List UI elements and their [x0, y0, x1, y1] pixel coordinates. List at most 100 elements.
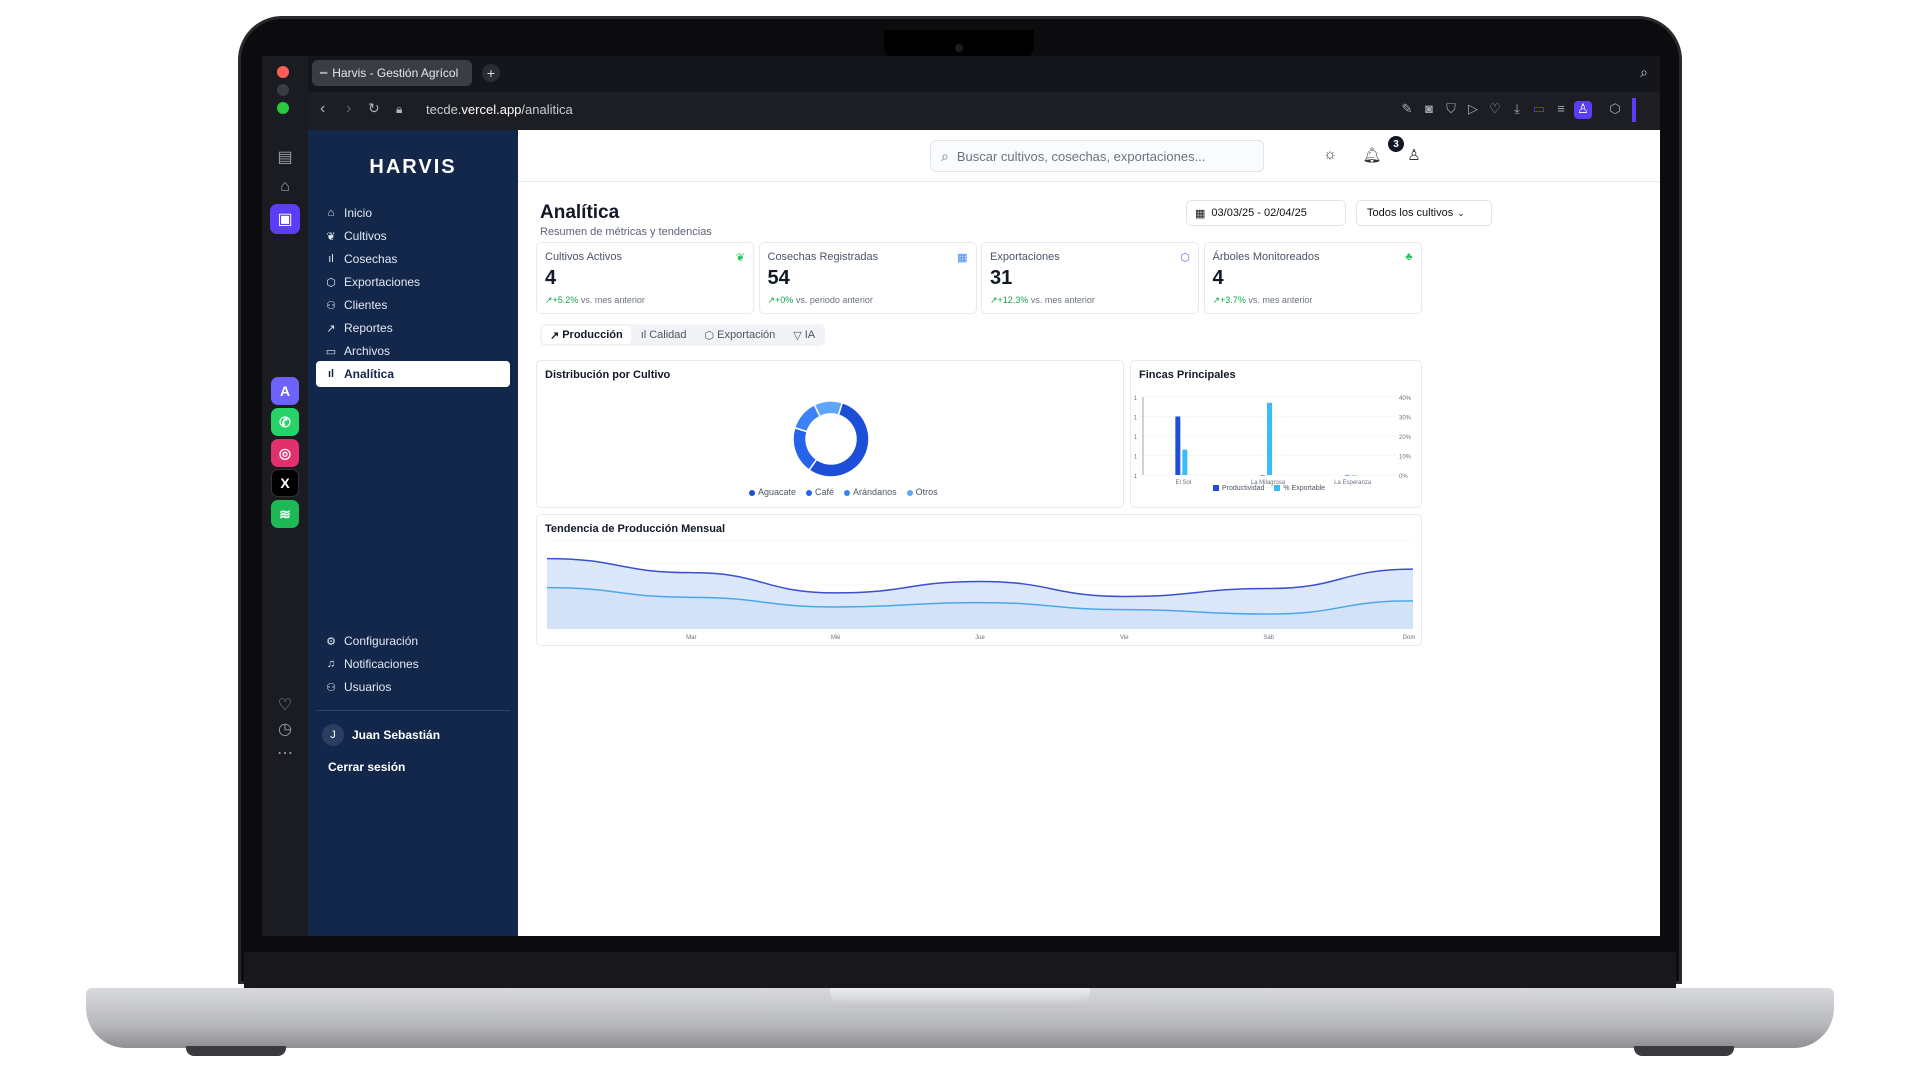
legend-label: Arándanos	[853, 487, 897, 497]
more-icon[interactable]: ⋯	[270, 738, 300, 768]
reload-icon[interactable]: ↻	[368, 100, 380, 117]
y-tick-right: 10%	[1399, 455, 1412, 461]
sun-icon[interactable]: ☼	[1320, 146, 1340, 166]
kpi-card: Cultivos Activos ❦ 4 ↗+5.2% vs. mes ante…	[536, 242, 754, 314]
kpi-delta-note: vs. mes anterior	[1248, 295, 1313, 305]
legend-swatch	[844, 489, 851, 496]
crop-filter-select[interactable]: Todos los cultivos ⌄	[1356, 200, 1492, 226]
browser-tab-title: Harvis - Gestión Agrícol	[332, 66, 459, 80]
play-icon[interactable]: ▷	[1464, 101, 1482, 119]
download-icon[interactable]: ⤓	[1508, 101, 1526, 119]
x-tick-label: Mar	[686, 635, 696, 641]
legend-swatch	[806, 489, 813, 496]
accent-bar	[1632, 98, 1636, 122]
extension-icon[interactable]: ▭	[1530, 101, 1548, 119]
whatsapp-icon[interactable]: ✆	[271, 408, 299, 436]
maximize-window-dot[interactable]	[277, 102, 289, 114]
sidebar-item-label: Notificaciones	[344, 657, 419, 671]
tab-icon: ▽	[793, 329, 802, 342]
back-icon[interactable]: ‹	[320, 100, 325, 118]
kpi-value: 4	[1212, 267, 1224, 289]
sidebar-item-7[interactable]: ıl Analítica	[316, 361, 510, 387]
cube-icon[interactable]: ⬡	[1606, 101, 1624, 119]
browser-tab[interactable]: ━ Harvis - Gestión Agrícol	[312, 60, 472, 86]
topbar: ⌕ ☼ 🔔︎ 3 ♙	[518, 130, 1660, 182]
x-twitter-icon[interactable]: X	[271, 469, 299, 497]
sidebar-item-label: Usuarios	[344, 680, 392, 694]
minimize-window-dot[interactable]	[277, 84, 289, 96]
camera-icon[interactable]: ◙	[1420, 101, 1438, 119]
donut-legend: Aguacate Café Arándanos Otros	[749, 487, 938, 497]
legend-item: Otros	[906, 487, 938, 497]
tab-0[interactable]: ↗ Producción	[542, 326, 631, 344]
x-tick-label: Vie	[1120, 635, 1129, 641]
aria-app-icon[interactable]: A	[271, 377, 299, 405]
tab-1[interactable]: ıl Calidad	[633, 326, 695, 344]
browser-urlbar: ‹ › ↻ 🔒︎ tecde.vercel.app/analitica ✎ ◙ …	[308, 92, 1660, 130]
notification-badge: 3	[1388, 136, 1404, 152]
user-icon[interactable]: ♙	[1404, 146, 1424, 166]
tree-icon: ♣	[1405, 251, 1413, 263]
sidebar-item-label: Configuración	[344, 634, 419, 648]
y-tick-left: 1	[1134, 396, 1138, 402]
search-input[interactable]	[956, 148, 1247, 164]
url-path: /analitica	[521, 102, 573, 117]
x-tick-label: Jue	[975, 635, 985, 641]
laptop-foot	[1634, 1046, 1734, 1056]
legend-label: Aguacate	[758, 487, 797, 497]
tab-label: Calidad	[649, 329, 687, 341]
bar	[1267, 402, 1272, 475]
kpi-delta-note: vs. periodo anterior	[795, 295, 873, 305]
heart-icon[interactable]: ♡	[1486, 101, 1504, 119]
tab-label: IA	[804, 329, 816, 341]
sidebar-item-label: Cosechas	[344, 252, 398, 266]
page-title: Analítica	[540, 202, 620, 223]
app-root: HARVIS ⌂ Inicio ❦ Cultivos ıl Cosechas ⬡ Export…	[308, 130, 1660, 936]
page-subtitle: Resumen de métricas y tendencias	[540, 226, 712, 238]
date-range-picker[interactable]: ▦ 03/03/25 - 02/04/25	[1186, 200, 1346, 226]
briefcase-icon[interactable]: ▣	[270, 204, 300, 234]
legend-label: Productividad	[1222, 485, 1265, 492]
trend-up-icon: ↗	[1212, 295, 1221, 305]
browser-tabbar: ━ Harvis - Gestión Agrícol + ⌕	[308, 56, 1660, 92]
shield-icon[interactable]: ⛉	[1442, 101, 1460, 119]
trend-area-chart: Mar Mié Jue Vie Sáb Dom	[546, 540, 1416, 641]
kpi-label: Exportaciones	[990, 251, 1060, 263]
logout-button[interactable]: Cerrar sesión	[328, 760, 405, 774]
spotify-icon[interactable]: ≋	[271, 500, 299, 528]
trend-up-icon: ↗	[545, 295, 553, 305]
kpi-value: 31	[990, 267, 1013, 289]
y-tick-right: 0%	[1399, 474, 1408, 480]
url-field[interactable]: tecde.vercel.app/analitica	[426, 102, 573, 117]
tab-2[interactable]: ⬡ Exportación	[697, 326, 784, 344]
search-box[interactable]: ⌕	[930, 140, 1264, 172]
home-icon[interactable]: ⌂	[270, 172, 300, 202]
user-name[interactable]: Juan Sebastián	[352, 728, 440, 742]
forward-icon[interactable]: ›	[346, 100, 351, 118]
kpi-delta-note: vs. mes anterior	[580, 295, 645, 305]
app-logo[interactable]: HARVIS	[308, 156, 518, 179]
main-content: ⌕ ☼ 🔔︎ 3 ♙ Analítica Resumen de métricas…	[518, 130, 1660, 936]
x-tick-label: Dom	[1403, 635, 1416, 641]
profile-icon[interactable]: ♙	[1574, 101, 1592, 119]
search-icon[interactable]: ⌕	[1640, 64, 1648, 81]
tab-icon: ↗	[550, 329, 560, 342]
y-tick-left: 1	[1134, 435, 1138, 441]
tab-3[interactable]: ▽ IA	[785, 326, 823, 344]
sidebar-bottom-item-2[interactable]: ⚇ Usuarios	[316, 674, 510, 700]
chevron-down-icon: ⌄	[1457, 207, 1465, 218]
notes-icon[interactable]: ▤	[270, 142, 300, 172]
new-tab-icon[interactable]: +	[482, 64, 500, 82]
kpi-delta-value: +12.3%	[997, 295, 1029, 305]
edit-icon[interactable]: ✎	[1398, 101, 1416, 119]
instagram-icon[interactable]: ◎	[271, 439, 299, 467]
laptop-foot	[186, 1046, 286, 1056]
menu-icon[interactable]: ≡	[1552, 101, 1570, 119]
avatar[interactable]: J	[322, 724, 344, 746]
tab-icon: ıl	[640, 329, 647, 341]
close-window-dot[interactable]	[277, 66, 289, 78]
url-domain: vercel.app	[461, 102, 522, 117]
bell-icon[interactable]: 🔔︎	[1362, 146, 1382, 166]
app-sidebar: HARVIS ⌂ Inicio ❦ Cultivos ıl Cosechas ⬡ Export…	[308, 130, 518, 936]
leaf-icon: ❦	[326, 230, 336, 243]
